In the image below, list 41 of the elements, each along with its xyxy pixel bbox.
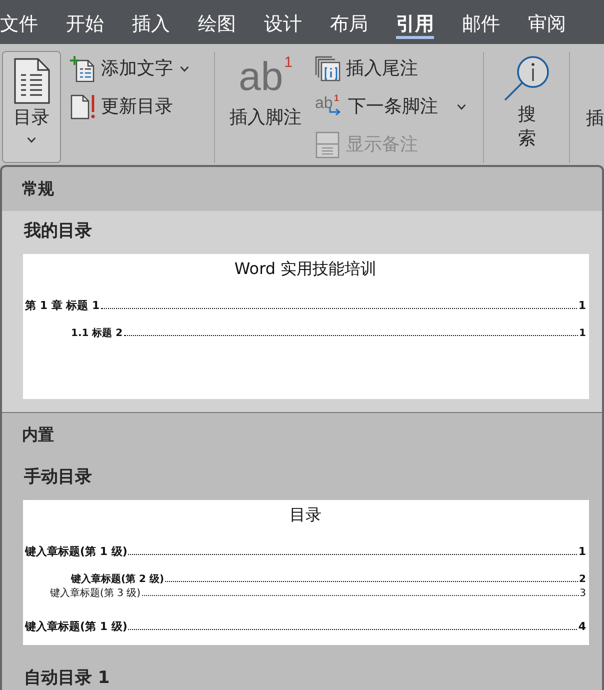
update-table-button[interactable]: 更新目录 [68,94,189,120]
toc-entry-text: 键入章标题(第 2 级) [71,574,164,586]
toc-page-number: 1 [578,299,586,313]
ribbon-tab[interactable]: 开始 [66,0,104,39]
update-document-icon [70,94,96,120]
ribbon-tab[interactable]: 引用 [396,0,434,39]
preview-title: 目录 [290,505,322,525]
ribbon-tab[interactable]: 设计 [264,0,302,39]
style-name: 自动目录 1 [24,668,110,689]
endnote-icon [315,56,341,82]
table-of-contents-button[interactable]: 目录 [2,51,61,163]
add-text-button[interactable]: 添加文字 [68,56,189,82]
style-name: 手动目录 [24,467,92,488]
toc-page-number: 3 [580,588,586,600]
preview-title: Word 实用技能培训 [234,259,377,279]
ribbon-tab[interactable]: 文件 [0,0,38,39]
toc-entry-text: 键入章标题(第 3 级) [50,588,141,600]
toc-entry-text: 第 1 章 标题 1 [25,299,100,313]
ribbon-tab[interactable]: 审阅 [528,0,566,39]
search-icon [504,56,550,102]
style-name: 我的目录 [24,221,92,242]
ribbon-tab[interactable]: 插入 [132,0,170,39]
toc-page-number: 2 [579,574,586,586]
add-text-icon [70,56,96,82]
gallery-item[interactable]: 我的目录 Word 实用技能培训 第 1 章 标题 1 1 1.1 标题 2 1 [2,211,602,412]
toc-entry-text: 键入章标题(第 1 级) [25,545,128,559]
notes-icon [315,131,341,159]
insert-endnote-button[interactable]: 插入尾注 [313,56,466,82]
ribbon-tab[interactable]: 绘图 [198,0,236,39]
toc-entry-text: 1.1 标题 2 [71,328,123,340]
gallery-section-header: 常规 [21,178,55,200]
gallery-section-header: 内置 [21,424,55,446]
ribbon-button[interactable]: 插 [585,51,604,163]
toc-entry-text: 键入章标题(第 1 级) [25,620,128,634]
toc-page-number: 4 [578,620,586,634]
search-button[interactable]: 搜索 [492,51,562,163]
ribbon-tab[interactable]: 邮件 [462,0,500,39]
toc-page-number: 1 [579,328,586,340]
toc-page-number: 1 [578,545,586,559]
document-icon [14,58,50,104]
ribbon-tab[interactable]: 布局 [330,0,368,39]
